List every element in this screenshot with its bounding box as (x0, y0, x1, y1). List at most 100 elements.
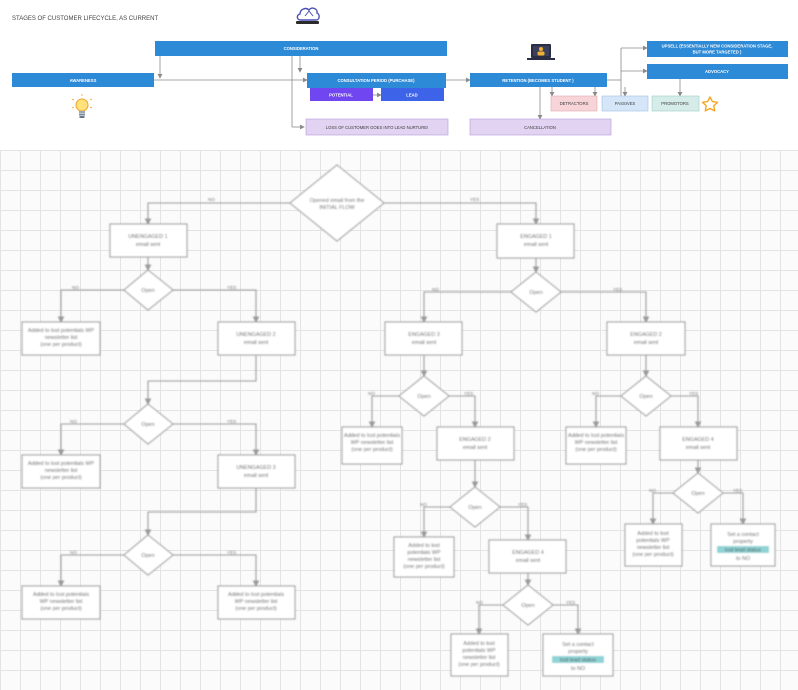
open-decision[interactable]: Open (510, 271, 562, 313)
branch-yes-label: YES (464, 391, 473, 396)
added-list-box-9[interactable]: Added to lost potentials WP newsletter l… (624, 523, 683, 567)
stage-lead[interactable]: LEAD (381, 88, 444, 101)
added-list-box-5[interactable]: Added to lost potentials WP newsletter l… (341, 426, 403, 465)
stage-potential[interactable]: POTENTIAL (310, 88, 373, 101)
stage-lead-label: LEAD (406, 93, 417, 98)
engaged-3-title: ENGAGED 3 (408, 332, 439, 338)
added-list-line: newsletter list (45, 468, 78, 474)
added-list-line: WP newsletter list (235, 599, 278, 605)
unengaged-1-subtitle: email sent (136, 242, 161, 248)
added-list-line: Added to lost (463, 641, 495, 647)
star-icon (701, 96, 719, 112)
open-decision[interactable]: Open (123, 534, 174, 576)
added-list-line: (one per product) (40, 342, 82, 348)
open-decision[interactable]: Open (123, 269, 174, 311)
engaged-4-right-title: ENGAGED 4 (682, 437, 713, 443)
set-contact-line: property (568, 649, 588, 655)
open-decision-label: Open (141, 422, 154, 428)
set-contact-box-1[interactable]: Set a contact property lost lead status … (542, 633, 614, 677)
branch-yes-label: YES (566, 600, 575, 605)
added-list-line: potentials WP (462, 648, 496, 654)
branch-no-label: NO (420, 502, 427, 507)
stage-consideration[interactable]: CONSIDERATION (155, 41, 447, 56)
stage-awareness[interactable]: AWARENESS (12, 73, 154, 87)
added-list-line: (one per product) (40, 475, 82, 481)
added-list-line: Added to lost (637, 531, 669, 537)
stage-passives[interactable]: PASSIVES (601, 95, 649, 112)
added-list-line: (one per product) (235, 606, 277, 612)
stage-loss[interactable]: LOSS OF CUSTOMER GOES INTO LEAD NURTURE! (305, 118, 449, 136)
engaged-4-right-subtitle: email sent (686, 445, 711, 451)
lifecycle-diagram: STAGES OF CUSTOMER LIFECYCLE, AS CURRENT (12, 7, 788, 677)
branch-yes-label: YES (470, 197, 479, 202)
branch-no-label: NO (649, 488, 656, 493)
branch-no-label: NO (70, 419, 77, 424)
open-decision[interactable]: Open (123, 403, 174, 445)
open-decision[interactable]: Open (398, 375, 450, 417)
engaged-4-middle-subtitle: email sent (516, 558, 541, 564)
branch-no-label: NO (72, 285, 79, 290)
branch-no-label: NO (476, 600, 483, 605)
open-decision-label: Open (141, 553, 154, 559)
added-list-line: potentials WP (407, 550, 441, 556)
engaged-3-box[interactable]: ENGAGED 3 email sent (384, 321, 463, 356)
added-list-box-2[interactable]: Added to lost potentials WP newsletter l… (21, 454, 101, 489)
branch-yes-label: YES (518, 502, 527, 507)
stage-upsell[interactable]: UPSELL (ESSENTIALLY NEW CONSIDERATION ST… (647, 41, 788, 57)
open-decision[interactable]: Open (620, 375, 672, 417)
added-list-line: (one per product) (575, 447, 617, 453)
stage-cancellation[interactable]: CANCELLATION (469, 118, 612, 136)
added-list-line: (one per product) (632, 552, 674, 558)
engaged-2-middle-title: ENGAGED 2 (459, 437, 490, 443)
added-list-line: Added to lost potentials (33, 592, 89, 598)
open-decision[interactable]: Open (502, 584, 554, 626)
stage-passives-label: PASSIVES (615, 101, 636, 106)
unengaged-3-box[interactable]: UNENGAGED 3 email sent (217, 454, 296, 489)
added-list-box-6[interactable]: Added to lost potentials WP newsletter l… (565, 426, 627, 465)
engaged-1-subtitle: email sent (524, 242, 549, 248)
engaged-1-box[interactable]: ENGAGED 1 email sent (496, 223, 575, 259)
stage-detractors-label: DETRACTORS (560, 101, 589, 106)
added-list-box-8[interactable]: Added to lost potentials WP newsletter l… (450, 633, 509, 677)
set-contact-line: lost lead status (560, 658, 596, 664)
stage-consideration-label: CONSIDERATION (284, 46, 319, 51)
unengaged-1-box[interactable]: UNENGAGED 1 email sent (109, 223, 188, 258)
engaged-2-subtitle: email sent (634, 340, 659, 346)
open-decision-label: Open (141, 288, 154, 294)
engaged-1-title: ENGAGED 1 (520, 234, 551, 240)
stage-detractors[interactable]: DETRACTORS (550, 95, 598, 112)
stage-advocacy[interactable]: ADVOCACY (647, 64, 788, 79)
engaged-4-middle-box[interactable]: ENGAGED 4 email sent (488, 539, 567, 574)
engaged-4-right-box[interactable]: ENGAGED 4 email sent (659, 426, 738, 461)
added-list-box-1[interactable]: Added to lost potentials WP newsletter l… (21, 321, 101, 356)
stage-retention[interactable]: RETENTION (BECOMES STUDENT ) (470, 73, 607, 87)
stage-consultation-label: CONSULTATION PERIOD (PURCHASE) (337, 78, 415, 83)
added-list-box-4[interactable]: Added to lost potentials WP newsletter l… (217, 585, 296, 620)
unengaged-2-box[interactable]: UNENGAGED 2 email sent (217, 321, 296, 356)
set-contact-box-2[interactable]: Set a contact property lost lead status … (710, 523, 776, 567)
engaged-2-middle-box[interactable]: ENGAGED 2 email sent (436, 426, 515, 461)
branch-no-label: NO (368, 391, 375, 396)
set-contact-line: to NO (571, 666, 585, 672)
open-decision-label: Open (521, 603, 534, 609)
diagram-title: STAGES OF CUSTOMER LIFECYCLE, AS CURRENT (12, 16, 158, 22)
set-contact-line: lost lead status (725, 548, 761, 554)
open-decision[interactable]: Open (449, 486, 501, 528)
engaged-2-box[interactable]: ENGAGED 2 email sent (606, 321, 686, 356)
added-list-line: newsletter list (408, 557, 441, 563)
added-list-box-3[interactable]: Added to lost potentials WP newsletter l… (21, 585, 101, 620)
start-decision[interactable]: Opened email from the INITIAL FLOW (289, 164, 385, 242)
stage-promotors[interactable]: PROMOTORS (651, 95, 700, 112)
added-list-box-7[interactable]: Added to lost potentials WP newsletter l… (393, 536, 455, 578)
open-decision[interactable]: Open (672, 472, 724, 514)
unengaged-2-title: UNENGAGED 2 (236, 332, 275, 338)
engaged-3-subtitle: email sent (412, 340, 437, 346)
unengaged-1-title: UNENGAGED 1 (128, 234, 167, 240)
added-list-line: Added to lost potentials (228, 592, 284, 598)
added-list-line: Added to lost potentials (344, 433, 400, 439)
stage-consultation[interactable]: CONSULTATION PERIOD (PURCHASE) (307, 73, 446, 88)
stage-upsell-label-1: UPSELL (ESSENTIALLY NEW CONSIDERATION ST… (662, 44, 773, 49)
added-list-line: Added to lost (408, 543, 440, 549)
set-contact-line: property (733, 539, 753, 545)
added-list-line: Added to lost potentials (568, 433, 624, 439)
